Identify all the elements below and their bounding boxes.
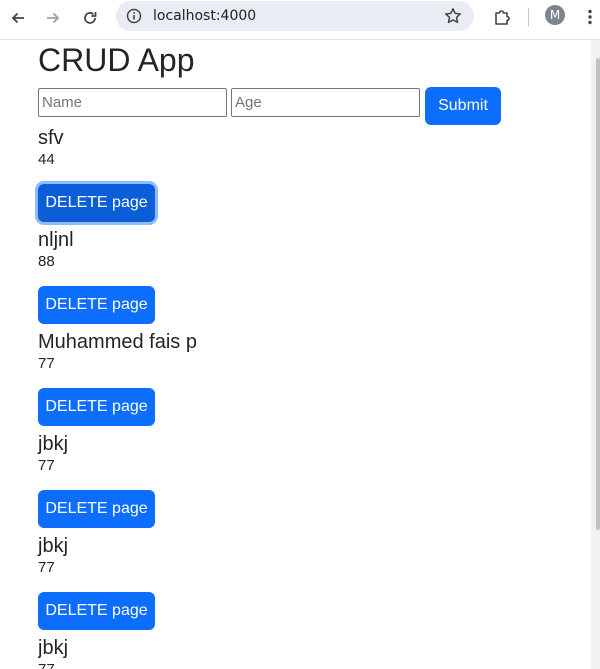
record-name: jbkj [38,637,69,659]
record-age: 77 [38,559,55,576]
create-form: Submit [38,87,508,125]
delete-button[interactable]: DELETE page [38,286,155,324]
record-name: jbkj [38,433,69,455]
extensions-icon [495,10,510,25]
scrollbar-thumb[interactable] [596,58,600,530]
reload-icon [84,12,97,24]
delete-button[interactable]: DELETE page [38,388,155,426]
browser-toolbar: localhost:4000 M [0,0,600,40]
site-info-icon[interactable] [125,7,143,25]
record-item: sfv 44 DELETE page [38,126,578,228]
profile-avatar[interactable]: M [545,5,565,25]
reload-button[interactable] [77,5,103,31]
browser-menu-button[interactable] [582,5,598,29]
forward-button[interactable] [40,5,66,31]
delete-button[interactable]: DELETE page [38,490,155,528]
menu-kebab-icon [588,9,592,25]
delete-button[interactable]: DELETE page [38,184,155,222]
record-item: nljnl 88 DELETE page [38,228,578,330]
record-item: jbkj 77 [38,636,578,669]
record-name: jbkj [38,535,69,557]
back-arrow-icon [11,12,24,24]
bookmark-star-icon[interactable] [444,7,462,25]
extensions-button[interactable] [490,5,514,29]
record-age: 77 [38,457,55,474]
record-name: Muhammed fais p [38,331,197,353]
submit-button[interactable]: Submit [425,87,501,125]
record-item: jbkj 77 DELETE page [38,432,578,534]
url-text: localhost:4000 [153,8,257,24]
age-input[interactable] [231,88,420,117]
record-name: nljnl [38,229,74,251]
delete-button[interactable]: DELETE page [38,592,155,630]
address-bar[interactable]: localhost:4000 [116,1,474,31]
record-name: sfv [38,127,64,149]
record-item: Muhammed fais p 77 DELETE page [38,330,578,432]
record-age: 88 [38,253,55,270]
toolbar-separator [528,8,529,26]
record-item: jbkj 77 DELETE page [38,534,578,636]
name-input[interactable] [38,88,227,117]
page-title: CRUD App [38,42,195,78]
record-age: 77 [38,355,55,372]
record-age: 77 [38,661,55,669]
back-button[interactable] [5,5,31,31]
forward-arrow-icon [47,12,60,24]
record-age: 44 [38,151,55,168]
